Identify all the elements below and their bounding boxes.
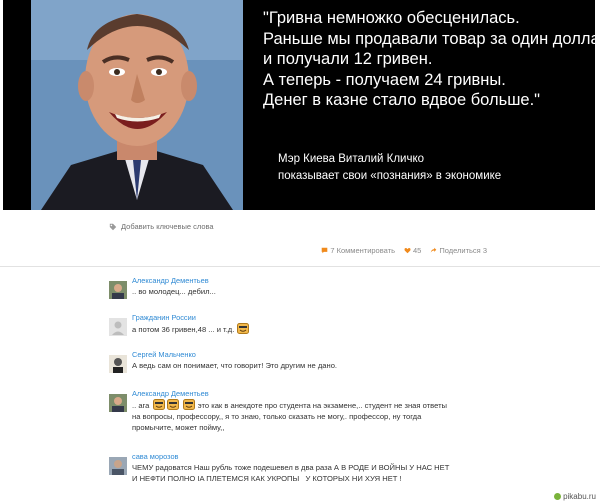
quote-line: Денег в казне стало вдвое больше." bbox=[263, 91, 541, 109]
comment-text: .. во молодец... дебил... bbox=[132, 287, 216, 296]
comment-text-line: на вопросы, профессору,, я то знаю, толь… bbox=[132, 412, 422, 421]
avatar[interactable] bbox=[109, 394, 127, 412]
post-actions: 7 Комментировать 45 Поделиться 3 bbox=[321, 246, 487, 255]
heart-icon bbox=[404, 248, 411, 254]
comment: сава морозов ЧЕМУ радоватся Наш рубль то… bbox=[109, 452, 532, 484]
caption-line: показывает свои «познания» в экономике bbox=[278, 170, 502, 182]
comment-button[interactable]: 7 Комментировать bbox=[321, 246, 395, 255]
comment-author[interactable]: сава морозов bbox=[132, 452, 532, 462]
quote-line: "Гривна немножко обесценилась. bbox=[263, 9, 520, 27]
section-divider bbox=[0, 266, 600, 267]
quote-line: А теперь - получаем 24 гривны. bbox=[263, 70, 506, 89]
comment-text-line: ЧЕМУ радоватся Наш рубль тоже подешевел … bbox=[132, 463, 450, 472]
comment-author[interactable]: Сергей Мальченко bbox=[132, 350, 522, 360]
comment-text-line: И НЕФТИ ПОЛНО IA ПЛЕТЕМСЯ КАК УКРОПЫ У К… bbox=[132, 474, 402, 483]
rating[interactable]: 45 bbox=[404, 246, 421, 255]
share-button[interactable]: Поделиться 3 bbox=[430, 246, 487, 255]
smiley-icon bbox=[182, 399, 195, 410]
comment: Александр Дементьев .. ага это как в ане… bbox=[109, 389, 532, 433]
smiley-icon bbox=[166, 399, 179, 410]
add-tags-label: Добавить ключевые слова bbox=[121, 222, 214, 231]
smiley-icon bbox=[237, 323, 250, 334]
share-icon bbox=[431, 247, 437, 253]
smiley-icon bbox=[152, 399, 165, 410]
add-tags-link[interactable]: Добавить ключевые слова bbox=[109, 222, 214, 231]
watermark-text: pikabu.ru bbox=[563, 492, 596, 501]
caption-line: Мэр Киева Виталий Кличко bbox=[278, 153, 425, 165]
comment: Сергей Мальченко А ведь сам он понимает,… bbox=[109, 350, 522, 373]
comment-author[interactable]: Александр Дементьев bbox=[132, 389, 532, 399]
pikabu-watermark: pikabu.ru bbox=[554, 492, 596, 501]
meme-banner: "Гривна немножко обесценилась. Раньше мы… bbox=[3, 0, 595, 210]
user-photo-icon bbox=[109, 281, 127, 299]
comment-text: а потом 36 гривен,48 ... и т.д. bbox=[132, 323, 522, 335]
comment-text-part: .. ага bbox=[132, 401, 150, 410]
default-avatar-icon bbox=[109, 318, 127, 336]
quote-line: и получали 12 гривен. bbox=[263, 50, 433, 68]
comment-text-part: а потом 36 гривен,48 ... и т.д. bbox=[132, 325, 235, 334]
comment-text-line: промычите, может пойму,, bbox=[132, 423, 225, 432]
comment-icon bbox=[322, 247, 328, 254]
user-photo-icon bbox=[109, 355, 127, 373]
comment: Гражданин России а потом 36 гривен,48 ..… bbox=[109, 313, 522, 336]
comment-author[interactable]: Гражданин России bbox=[132, 313, 522, 323]
quote-text: "Гривна немножко обесценилась. Раньше мы… bbox=[263, 8, 595, 111]
user-photo-icon bbox=[109, 457, 127, 475]
portrait-illustration bbox=[31, 0, 243, 210]
comment: Александр Дементьев .. во молодец... деб… bbox=[109, 276, 522, 299]
quote-line: Раньше мы продавали товар за один доллар bbox=[263, 29, 595, 48]
avatar[interactable] bbox=[109, 355, 127, 373]
avatar[interactable] bbox=[109, 281, 127, 299]
user-photo-icon bbox=[109, 394, 127, 412]
comment-text: А ведь сам он понимает, что говорит! Это… bbox=[132, 361, 338, 370]
comment-text: .. ага это как в анекдоте про студента н… bbox=[132, 399, 532, 411]
comment-button-label: 7 Комментировать bbox=[330, 246, 395, 255]
comment-text-part: это как в анекдоте про студента на экзам… bbox=[197, 401, 448, 410]
avatar[interactable] bbox=[109, 318, 127, 336]
banner-caption: Мэр Киева Виталий Кличко показывает свои… bbox=[278, 151, 501, 185]
share-button-label: Поделиться 3 bbox=[439, 246, 487, 255]
tag-icon bbox=[109, 223, 117, 230]
comment-author[interactable]: Александр Дементьев bbox=[132, 276, 522, 286]
rating-value: 45 bbox=[412, 246, 422, 255]
pikabu-logo-icon bbox=[554, 493, 562, 500]
mayor-photo bbox=[31, 0, 243, 210]
avatar[interactable] bbox=[109, 457, 127, 475]
